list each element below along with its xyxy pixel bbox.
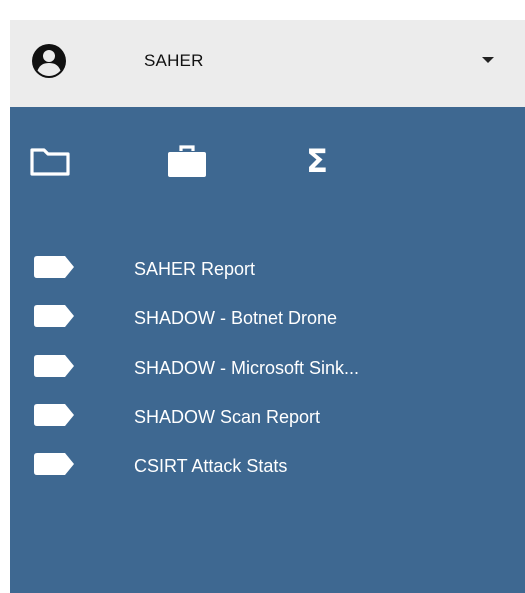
report-item[interactable]: CSIRT Attack Stats xyxy=(10,444,525,493)
navigation-panel: Σ SAHER Report SHADOW - Botnet Drone SHA… xyxy=(10,107,525,593)
report-label: CSIRT Attack Stats xyxy=(134,456,288,477)
folder-icon[interactable] xyxy=(28,143,72,179)
tag-icon xyxy=(34,256,74,278)
username: SAHER xyxy=(144,51,204,70)
tag-icon xyxy=(34,453,74,476)
user-account-icon xyxy=(32,44,66,78)
report-label: SHADOW - Botnet Drone xyxy=(134,308,338,329)
briefcase-icon[interactable] xyxy=(165,143,209,179)
report-label: SAHER Report xyxy=(134,259,256,279)
report-item[interactable]: SHADOW - Microsoft Sink... xyxy=(10,346,525,395)
tag-icon xyxy=(34,354,74,377)
user-menu[interactable]: SAHER xyxy=(10,20,525,107)
chevron-down-icon[interactable] xyxy=(482,57,494,63)
report-list: SAHER Report SHADOW - Botnet Drone SHADO… xyxy=(10,247,525,493)
report-label: SHADOW Scan Report xyxy=(134,406,321,427)
tag-icon xyxy=(34,403,74,426)
sidebar-frame: SAHER Σ SAHER Report SHADOW - Botnet Dro… xyxy=(0,0,525,593)
sigma-icon[interactable]: Σ xyxy=(300,143,334,179)
report-item[interactable]: SHADOW - Botnet Drone xyxy=(10,296,525,345)
tag-icon xyxy=(34,305,74,328)
report-item[interactable]: SAHER Report xyxy=(10,247,525,296)
report-item[interactable]: SHADOW Scan Report xyxy=(10,395,525,444)
report-label: SHADOW - Microsoft Sink... xyxy=(134,357,360,378)
